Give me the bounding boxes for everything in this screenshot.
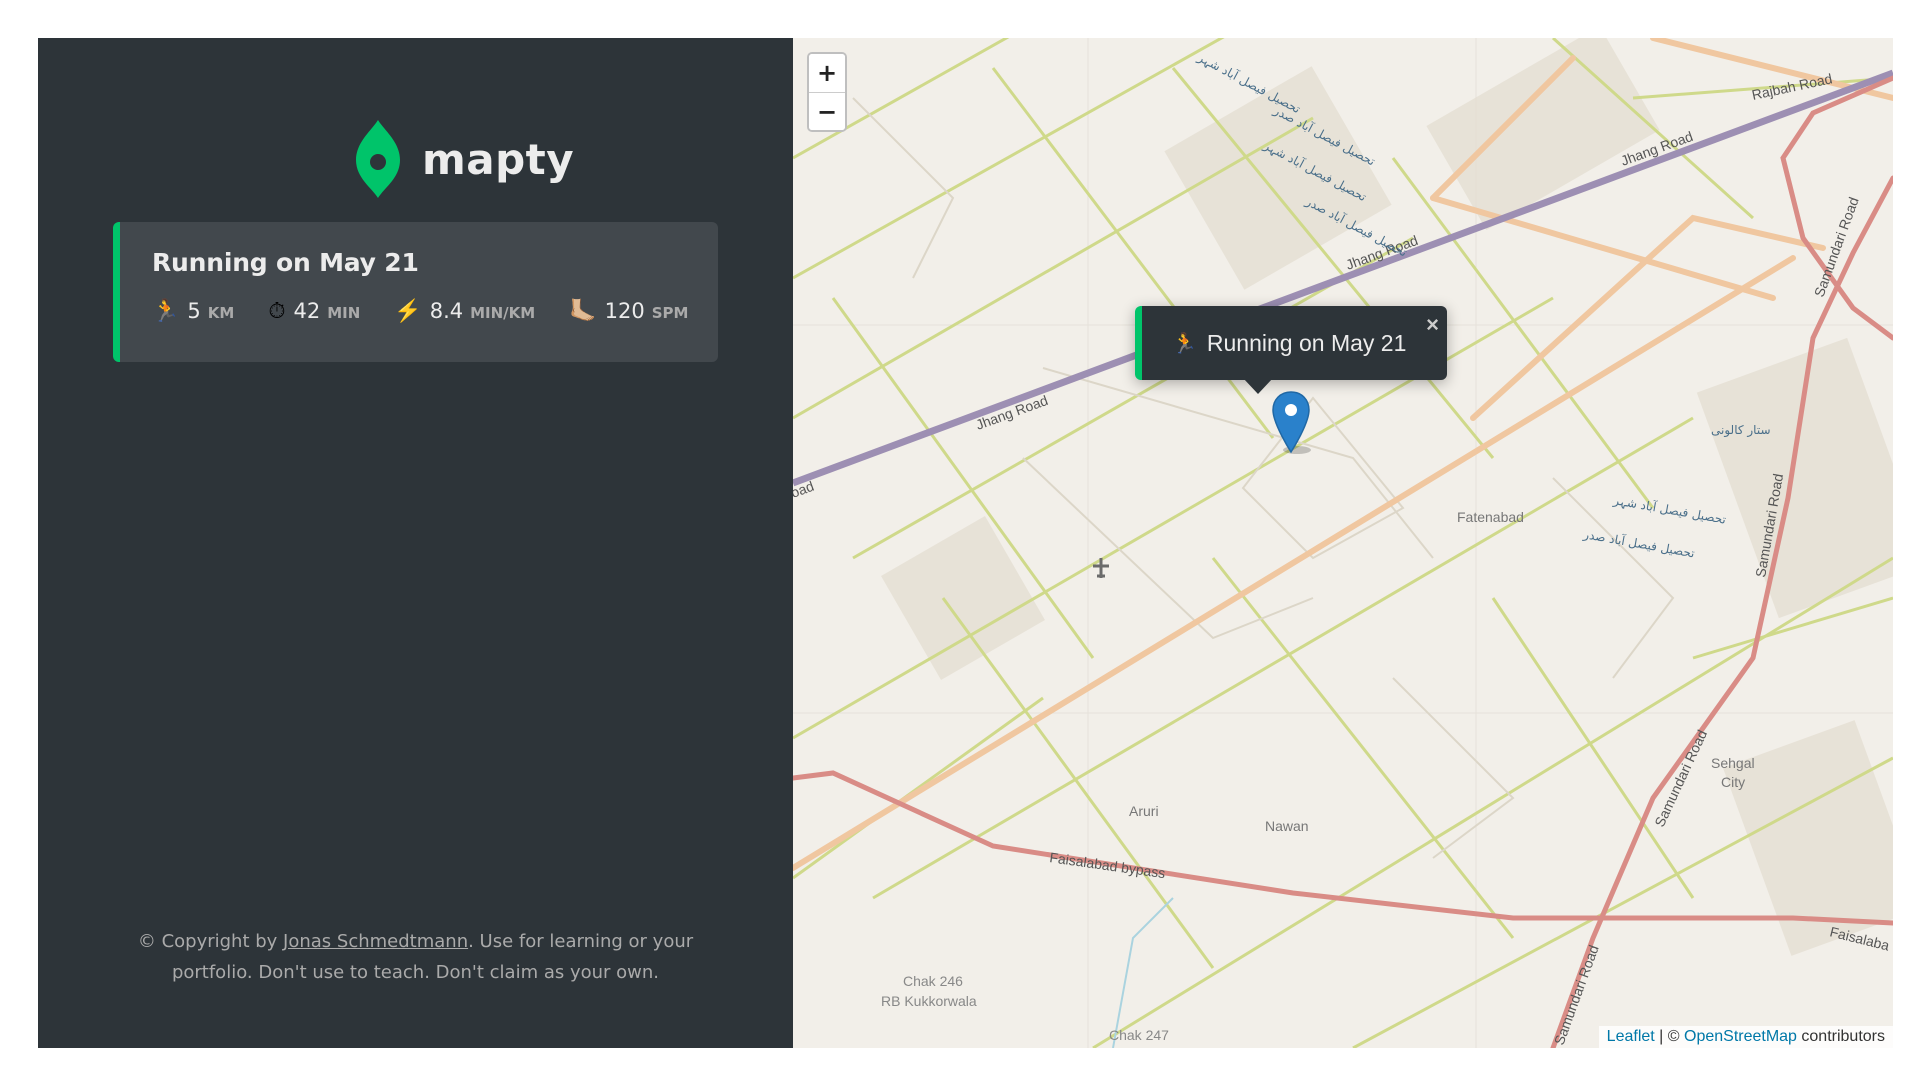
map-label-urdu-7: ستار کالونی <box>1711 423 1771 438</box>
popup-close-button[interactable]: × <box>1426 312 1439 338</box>
copyright-prefix: © Copyright by <box>137 931 284 952</box>
map-tiles: Jhang Road Jhang Road Jhang Road oad Raj… <box>793 38 1893 1048</box>
osm-link[interactable]: OpenStreetMap <box>1684 1028 1797 1045</box>
attribution-suffix: contributors <box>1796 1028 1885 1045</box>
popup-text: Running on May 21 <box>1206 329 1407 356</box>
lightning-icon: ⚡️ <box>394 299 422 324</box>
app-container: mapty Running on May 21 🏃 5 km ⏱ 42 min … <box>38 38 1893 1048</box>
attribution-sep: | © <box>1654 1028 1684 1045</box>
map-label-chak-246: Chak 246 <box>903 973 963 989</box>
distance-value: 5 <box>187 299 201 323</box>
workout-duration: ⏱ 42 min <box>268 299 360 323</box>
workout-cadence: 🦶🏼 120 spm <box>569 299 688 323</box>
workout-distance: 🏃 5 km <box>152 299 234 323</box>
running-icon: 🏃 <box>152 299 180 324</box>
zoom-control: + − <box>807 52 847 132</box>
leaflet-link[interactable]: Leaflet <box>1607 1028 1655 1045</box>
foot-icon: 🦶🏼 <box>569 299 597 324</box>
workout-title: Running on May 21 <box>152 248 419 277</box>
copyright: © Copyright by Jonas Schmedtmann. Use fo… <box>98 926 733 988</box>
stopwatch-icon: ⏱ <box>268 299 286 324</box>
map[interactable]: Jhang Road Jhang Road Jhang Road oad Raj… <box>793 38 1893 1048</box>
logo: mapty <box>354 118 574 200</box>
map-label-nawan: Nawan <box>1265 818 1309 834</box>
workout-pace: ⚡️ 8.4 min/km <box>394 299 535 323</box>
map-label-chak-247: Chak 247 <box>1109 1027 1169 1043</box>
running-icon: 🏃 <box>1172 331 1197 355</box>
map-label-city: City <box>1721 774 1745 790</box>
distance-unit: km <box>207 304 235 322</box>
duration-value: 42 <box>293 299 321 323</box>
workout-popup[interactable]: 🏃 Running on May 21 × <box>1135 306 1447 380</box>
duration-unit: min <box>327 304 361 322</box>
map-label-rb-kukkorwala: RB Kukkorwala <box>881 993 977 1009</box>
map-label-fatenabad: Fatenabad <box>1457 509 1524 525</box>
zoom-in-button[interactable]: + <box>809 54 845 92</box>
zoom-out-button[interactable]: − <box>809 92 845 130</box>
popup-tip <box>1243 378 1273 394</box>
pace-value: 8.4 <box>429 299 464 323</box>
workout-details: 🏃 5 km ⏱ 42 min ⚡️ 8.4 min/km 🦶🏼 120 <box>152 299 688 323</box>
logo-pin-icon <box>356 120 400 198</box>
logo-text: mapty <box>422 134 575 184</box>
workout-card[interactable]: Running on May 21 🏃 5 km ⏱ 42 min ⚡️ 8.4… <box>113 222 718 362</box>
map-attribution: Leaflet | © OpenStreetMap contributors <box>1598 1026 1893 1048</box>
map-label-sehgal: Sehgal <box>1711 755 1755 771</box>
author-link[interactable]: Jonas Schmedtmann <box>283 931 468 952</box>
pace-unit: min/km <box>470 304 536 322</box>
map-marker-icon[interactable] <box>1271 390 1311 454</box>
map-label-aruri: Aruri <box>1129 803 1159 819</box>
cadence-value: 120 <box>604 299 645 323</box>
cadence-unit: spm <box>651 304 689 322</box>
sidebar: mapty Running on May 21 🏃 5 km ⏱ 42 min … <box>38 38 793 1048</box>
